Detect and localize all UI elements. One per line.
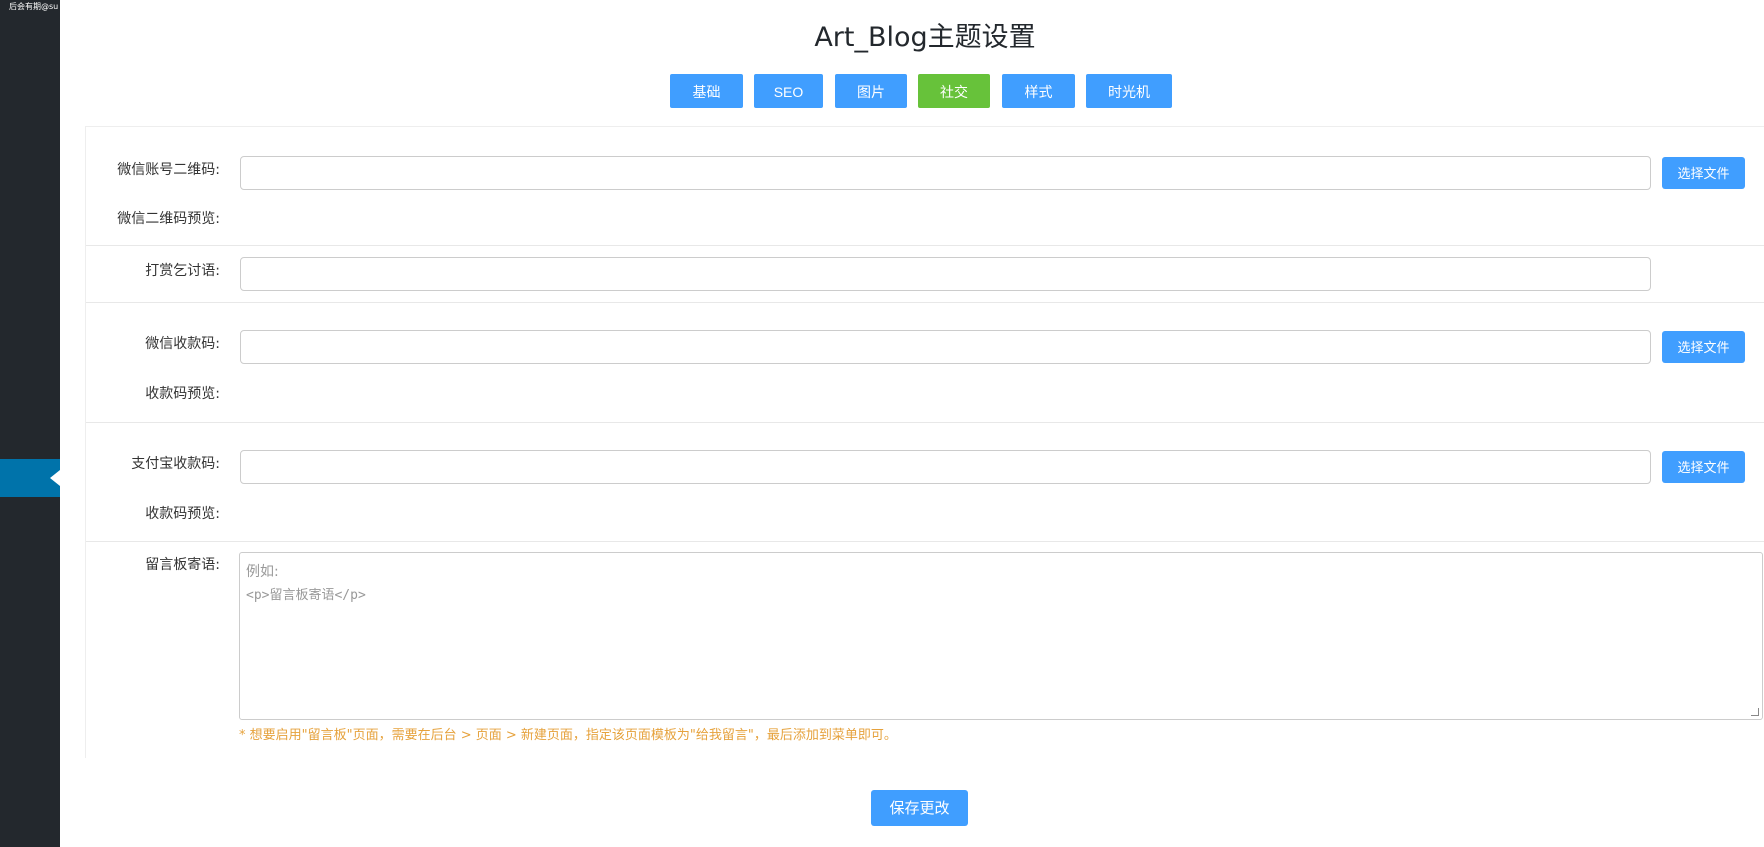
guestbook-textarea[interactable]: 例如: <p>留言板寄语</p> xyxy=(239,552,1763,720)
wechat-qr-input[interactable] xyxy=(240,156,1651,190)
wechat-qr-choose-file-button[interactable]: 选择文件 xyxy=(1662,157,1745,189)
guestbook-placeholder-line2: <p>留言板寄语</p> xyxy=(246,588,366,603)
wechat-qr-label: 微信账号二维码: xyxy=(117,162,220,178)
alipay-preview-label: 收款码预览: xyxy=(145,506,220,522)
wechat-pay-preview-label: 收款码预览: xyxy=(145,386,220,402)
guestbook-placeholder-line1: 例如: xyxy=(246,564,279,580)
guestbook-hint: * 想要启用"留言板"页面，需要在后台 > 页面 > 新建页面，指定该页面模板为… xyxy=(239,728,897,743)
guestbook-label: 留言板寄语: xyxy=(145,557,220,573)
wechat-qr-section: 微信账号二维码: 选择文件 微信二维码预览: xyxy=(86,127,1764,246)
wechat-qr-preview-label: 微信二维码预览: xyxy=(117,211,220,227)
alipay-input[interactable] xyxy=(240,450,1651,484)
social-settings-panel: 微信账号二维码: 选择文件 微信二维码预览: 打赏乞讨语: 微信收款码: 选择文… xyxy=(85,126,1764,758)
alipay-label: 支付宝收款码: xyxy=(131,456,220,472)
tab-images[interactable]: 图片 xyxy=(835,74,907,108)
tab-time-machine[interactable]: 时光机 xyxy=(1086,74,1172,108)
save-changes-button[interactable]: 保存更改 xyxy=(871,790,968,826)
page-title: Art_Blog主题设置 xyxy=(814,22,1036,53)
wechat-pay-section: 微信收款码: 选择文件 收款码预览: xyxy=(86,303,1764,423)
tab-basic[interactable]: 基础 xyxy=(670,74,743,108)
reward-text-input[interactable] xyxy=(240,257,1651,291)
wechat-pay-label: 微信收款码: xyxy=(145,336,220,352)
wechat-pay-choose-file-button[interactable]: 选择文件 xyxy=(1662,331,1745,363)
sidebar-brand-text[interactable]: 后会有期@su xyxy=(9,1,60,13)
reward-text-section: 打赏乞讨语: xyxy=(86,246,1764,303)
admin-sidebar: 后会有期@su xyxy=(0,0,60,847)
alipay-section: 支付宝收款码: 选择文件 收款码预览: xyxy=(86,423,1764,542)
tab-social[interactable]: 社交 xyxy=(918,74,990,108)
reward-text-label: 打赏乞讨语: xyxy=(145,263,220,279)
alipay-choose-file-button[interactable]: 选择文件 xyxy=(1662,451,1745,483)
tab-style[interactable]: 样式 xyxy=(1002,74,1075,108)
wechat-pay-input[interactable] xyxy=(240,330,1651,364)
tab-seo[interactable]: SEO xyxy=(754,74,823,108)
resize-grip-icon[interactable] xyxy=(1751,708,1759,716)
